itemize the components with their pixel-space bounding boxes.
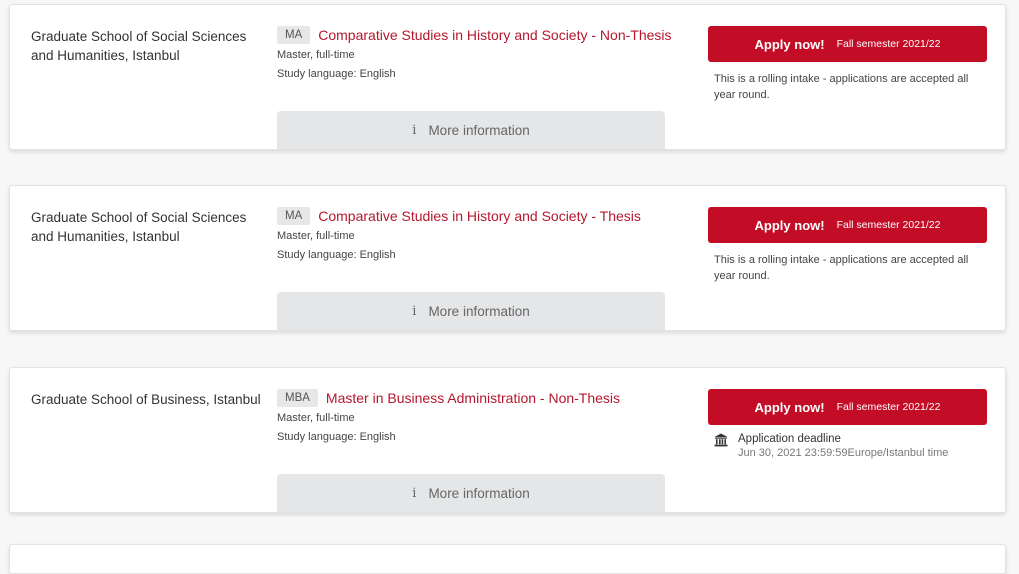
apply-now-button[interactable]: Apply now! Fall semester 2021/22 xyxy=(708,207,987,243)
program-info: MA Comparative Studies in History and So… xyxy=(277,26,677,80)
more-information-label: More information xyxy=(428,122,530,138)
school-name: Graduate School of Social Sciences and H… xyxy=(31,210,247,244)
info-icon: i xyxy=(412,485,417,501)
application-deadline: Application deadline Jun 30, 2021 23:59:… xyxy=(714,432,994,460)
deadline-label: Application deadline xyxy=(738,433,841,445)
program-title-link[interactable]: Master in Business Administration - Non-… xyxy=(326,390,620,406)
program-info: MA Comparative Studies in History and So… xyxy=(277,207,677,261)
program-card-partial xyxy=(9,544,1006,574)
school-name: Graduate School of Social Sciences and H… xyxy=(31,29,247,63)
study-language: Study language: English xyxy=(277,68,396,80)
study-mode: Master, full-time xyxy=(277,49,355,61)
info-icon: i xyxy=(412,122,417,138)
deadline-value: Jun 30, 2021 23:59:59Europe/Istanbul tim… xyxy=(738,447,949,459)
deadline-text: Application deadline Jun 30, 2021 23:59:… xyxy=(738,432,948,460)
study-mode: Master, full-time xyxy=(277,230,355,242)
semester-label: Fall semester 2021/22 xyxy=(836,401,941,413)
program-title-link[interactable]: Comparative Studies in History and Socie… xyxy=(318,27,671,43)
degree-badge: MBA xyxy=(277,389,318,407)
more-information-label: More information xyxy=(428,303,530,319)
school-name: Graduate School of Business, Istanbul xyxy=(31,392,261,407)
apply-now-label: Apply now! xyxy=(754,399,825,415)
apply-now-label: Apply now! xyxy=(754,217,825,233)
apply-now-label: Apply now! xyxy=(754,36,825,52)
info-icon: i xyxy=(412,303,417,319)
apply-now-button[interactable]: Apply now! Fall semester 2021/22 xyxy=(708,389,987,425)
program-card: Graduate School of Business, Istanbul MB… xyxy=(9,367,1006,513)
program-title-row: MA Comparative Studies in History and So… xyxy=(277,207,677,225)
rolling-intake-note: This is a rolling intake - applications … xyxy=(714,254,969,282)
more-information-label: More information xyxy=(428,485,530,501)
program-card: Graduate School of Social Sciences and H… xyxy=(9,185,1006,331)
program-info: MBA Master in Business Administration - … xyxy=(277,389,677,443)
program-title-row: MBA Master in Business Administration - … xyxy=(277,389,677,407)
rolling-intake-note: This is a rolling intake - applications … xyxy=(714,73,969,101)
bank-icon xyxy=(714,433,728,447)
study-language: Study language: English xyxy=(277,431,396,443)
study-mode: Master, full-time xyxy=(277,412,355,424)
study-language: Study language: English xyxy=(277,249,396,261)
program-card: Graduate School of Social Sciences and H… xyxy=(9,4,1006,150)
more-information-button[interactable]: i More information xyxy=(277,474,665,512)
program-title-link[interactable]: Comparative Studies in History and Socie… xyxy=(318,208,641,224)
more-information-button[interactable]: i More information xyxy=(277,292,665,330)
program-title-row: MA Comparative Studies in History and So… xyxy=(277,26,677,44)
degree-badge: MA xyxy=(277,207,311,225)
more-information-button[interactable]: i More information xyxy=(277,111,665,149)
apply-now-button[interactable]: Apply now! Fall semester 2021/22 xyxy=(708,26,987,62)
semester-label: Fall semester 2021/22 xyxy=(836,38,941,50)
semester-label: Fall semester 2021/22 xyxy=(836,219,941,231)
degree-badge: MA xyxy=(277,26,311,44)
